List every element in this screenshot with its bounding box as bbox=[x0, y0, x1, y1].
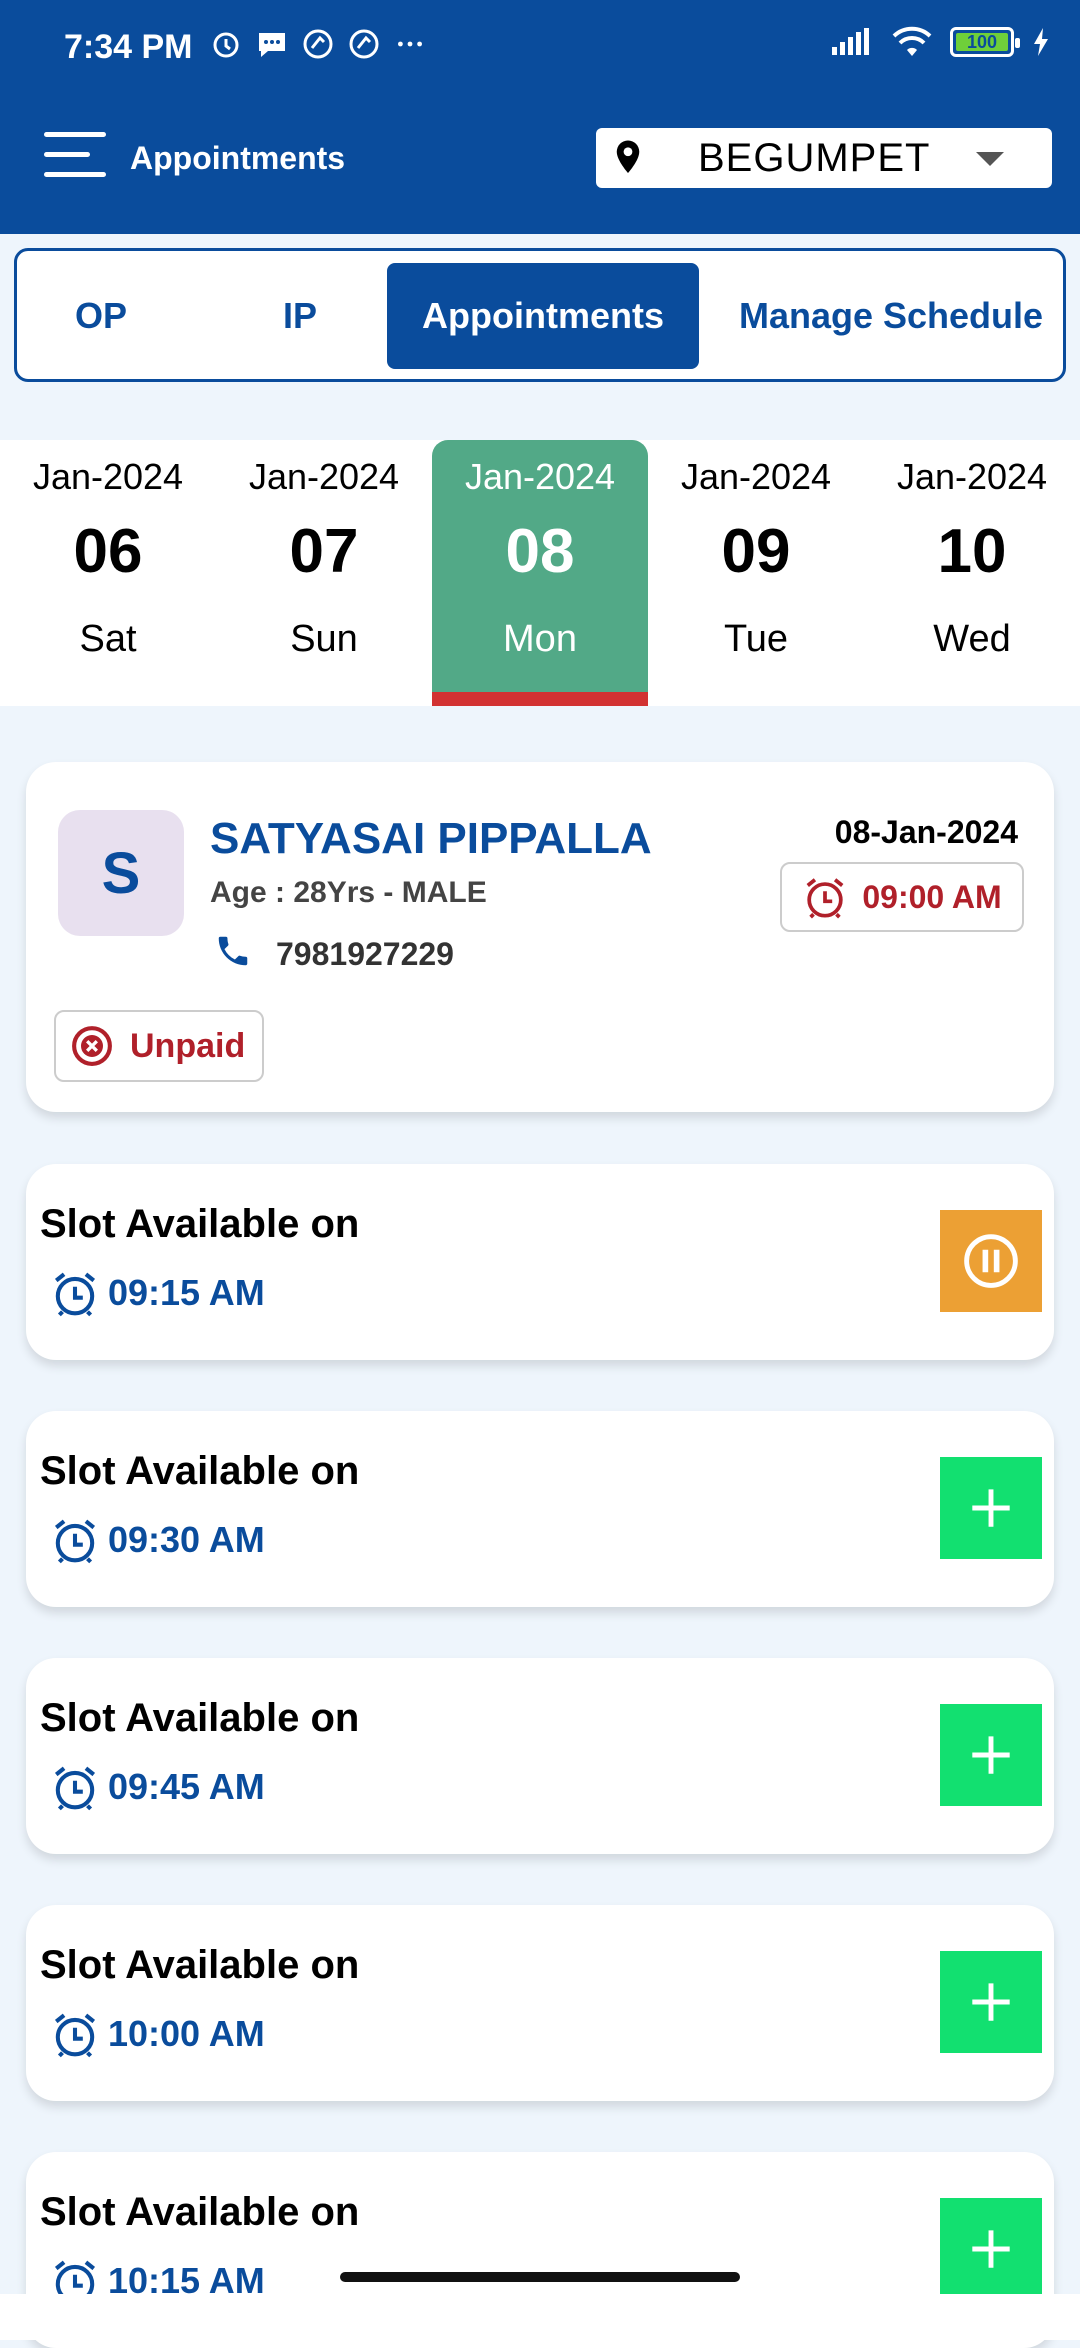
status-system-icons: 100 bbox=[830, 26, 1050, 58]
appointment-date: 08-Jan-2024 bbox=[834, 814, 1018, 850]
battery-level: 100 bbox=[966, 32, 998, 52]
payment-status-badge: Unpaid bbox=[54, 1010, 264, 1082]
tab-bar: OP IP Appointments Manage Schedule bbox=[14, 248, 1066, 382]
alarm-clock-icon bbox=[806, 878, 844, 919]
date-weekday: Sat bbox=[79, 618, 137, 660]
date-item-selected[interactable]: Jan-2024 08 Mon bbox=[432, 440, 648, 706]
slot-time: 09:30 AM bbox=[108, 1519, 265, 1560]
slot-label: Slot Available on bbox=[40, 1449, 360, 1493]
plus-icon bbox=[972, 1489, 1010, 1527]
battery-icon: 100 bbox=[950, 27, 1020, 57]
alarm-clock-icon bbox=[54, 1272, 96, 1317]
tab-ip[interactable]: IP bbox=[193, 263, 407, 369]
date-day: 09 bbox=[721, 517, 791, 586]
slot-label: Slot Available on bbox=[40, 1943, 360, 1987]
slot-card: Slot Available on 09:30 AM bbox=[26, 1411, 1054, 1607]
slot-time-row: 09:15 AM bbox=[50, 1268, 265, 1318]
date-item[interactable]: Jan-2024 07 Sun bbox=[216, 440, 432, 706]
alarm-clock-icon bbox=[54, 1519, 96, 1564]
date-weekday: Sun bbox=[290, 618, 358, 660]
app-title: Appointments bbox=[130, 140, 346, 176]
alarm-clock-icon bbox=[54, 1766, 96, 1811]
patient-name: SATYASAI PIPPALLA bbox=[210, 814, 652, 863]
slot-label: Slot Available on bbox=[40, 1202, 360, 1246]
app-bar: 7:34 PM 100 Appointments BEGUMPET bbox=[0, 0, 1080, 234]
date-weekday: Wed bbox=[933, 618, 1011, 660]
tab-manage-schedule[interactable]: Manage Schedule bbox=[723, 263, 1059, 369]
selected-date-indicator bbox=[432, 692, 648, 706]
date-day: 10 bbox=[937, 517, 1007, 586]
date-item[interactable]: Jan-2024 10 Wed bbox=[864, 440, 1080, 706]
patient-phone: 7981927229 bbox=[276, 936, 454, 972]
patient-age: Age : 28Yrs - MALE bbox=[210, 876, 487, 909]
date-month: Jan-2024 bbox=[680, 456, 832, 497]
location-dropdown[interactable]: BEGUMPET bbox=[596, 128, 1052, 188]
date-selector: Jan-2024 06 Sat Jan-2024 07 Sun Jan-2024… bbox=[0, 440, 1080, 706]
appointment-time: 09:00 AM bbox=[862, 878, 1002, 915]
payment-status-label: Unpaid bbox=[130, 1026, 246, 1065]
app-status-icon bbox=[303, 29, 333, 59]
location-value: BEGUMPET bbox=[698, 135, 931, 180]
date-day: 06 bbox=[73, 517, 143, 586]
plus-icon bbox=[972, 2230, 1010, 2268]
wifi-icon bbox=[892, 26, 932, 56]
app-status-icon bbox=[349, 29, 379, 59]
slot-time-row: 09:45 AM bbox=[50, 1762, 265, 1812]
menu-hamburger-icon[interactable] bbox=[44, 128, 108, 184]
date-item[interactable]: Jan-2024 06 Sat bbox=[0, 440, 216, 706]
slot-time-row: 10:00 AM bbox=[50, 2009, 265, 2059]
plus-icon bbox=[972, 1736, 1010, 1774]
slot-time: 09:45 AM bbox=[108, 1766, 265, 1807]
date-weekday: Tue bbox=[723, 618, 789, 660]
navigation-bar-area bbox=[0, 2294, 1080, 2340]
phone-icon[interactable] bbox=[214, 932, 252, 970]
tab-appointments[interactable]: Appointments bbox=[387, 263, 699, 369]
charging-icon bbox=[1034, 28, 1048, 56]
date-month: Jan-2024 bbox=[464, 456, 616, 497]
alarm-clock-icon bbox=[54, 2013, 96, 2058]
chevron-down-icon bbox=[976, 152, 1004, 166]
alarm-status-icon bbox=[213, 32, 239, 58]
pause-icon bbox=[964, 1234, 1018, 1288]
slot-time: 09:15 AM bbox=[108, 1272, 265, 1313]
add-slot-button[interactable] bbox=[940, 1457, 1042, 1559]
date-month: Jan-2024 bbox=[896, 456, 1048, 497]
signal-icon bbox=[832, 28, 869, 55]
date-item[interactable]: Jan-2024 09 Tue bbox=[648, 440, 864, 706]
slot-time: 10:00 AM bbox=[108, 2013, 265, 2054]
home-indicator[interactable] bbox=[340, 2272, 740, 2282]
more-dots-icon bbox=[398, 41, 422, 47]
pause-slot-button[interactable] bbox=[940, 1210, 1042, 1312]
slot-time-row: 09:30 AM bbox=[50, 1515, 265, 1565]
appointment-time-badge: 09:00 AM bbox=[780, 862, 1024, 932]
slot-card: Slot Available on 10:00 AM bbox=[26, 1905, 1054, 2101]
slot-label: Slot Available on bbox=[40, 2190, 360, 2234]
date-month: Jan-2024 bbox=[248, 456, 400, 497]
slot-card: Slot Available on 09:15 AM bbox=[26, 1164, 1054, 1360]
date-weekday: Mon bbox=[503, 618, 577, 660]
add-slot-button[interactable] bbox=[940, 1951, 1042, 2053]
add-slot-button[interactable] bbox=[940, 2198, 1042, 2300]
close-circle-icon bbox=[72, 1026, 112, 1066]
slot-card: Slot Available on 09:45 AM bbox=[26, 1658, 1054, 1854]
date-day: 07 bbox=[289, 517, 359, 586]
tab-op[interactable]: OP bbox=[23, 263, 179, 369]
location-pin-icon bbox=[616, 140, 640, 173]
message-status-icon bbox=[259, 33, 285, 57]
appointment-card[interactable]: S SATYASAI PIPPALLA Age : 28Yrs - MALE 7… bbox=[26, 762, 1054, 1112]
status-time: 7:34 PM bbox=[64, 28, 193, 66]
date-month: Jan-2024 bbox=[32, 456, 184, 497]
status-notification-icons bbox=[210, 28, 426, 60]
date-day: 08 bbox=[505, 517, 575, 586]
slot-label: Slot Available on bbox=[40, 1696, 360, 1740]
avatar: S bbox=[58, 810, 184, 936]
plus-icon bbox=[972, 1983, 1010, 2021]
add-slot-button[interactable] bbox=[940, 1704, 1042, 1806]
